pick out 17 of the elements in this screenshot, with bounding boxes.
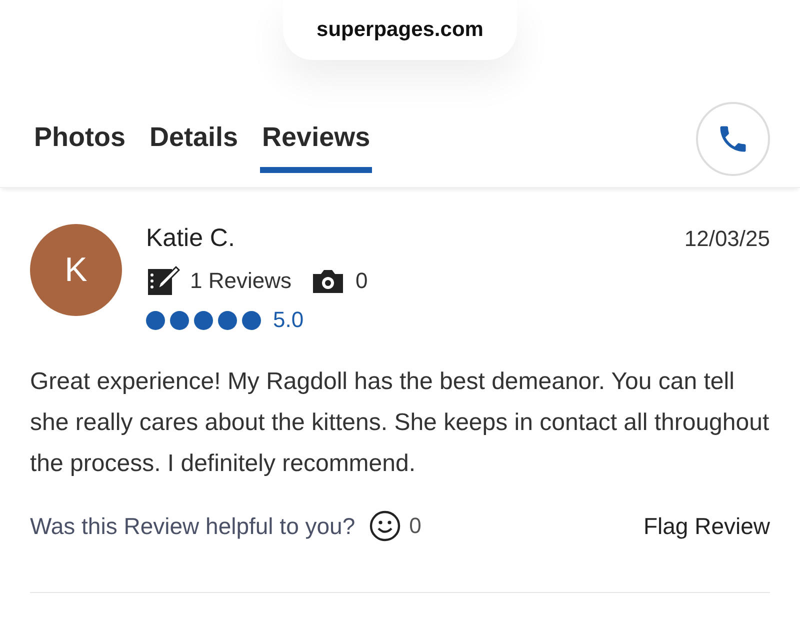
address-bar[interactable]: superpages.com: [282, 0, 518, 60]
tab[interactable]: Details: [148, 95, 240, 173]
camera-icon: [311, 268, 346, 294]
helpful-prompt: Was this Review helpful to you?: [30, 512, 356, 540]
author-name: Katie C.: [146, 224, 235, 253]
avatar: K: [30, 224, 122, 316]
flag-review-link[interactable]: Flag Review: [643, 512, 770, 540]
helpful-count: 0: [409, 513, 422, 539]
notebook-pencil-icon: [146, 265, 180, 297]
reviews-count: 1 Reviews: [190, 268, 292, 294]
rating-value: 5.0: [273, 307, 304, 333]
photos-count: 0: [355, 268, 368, 294]
smiley-icon: [369, 510, 402, 542]
tab[interactable]: Reviews: [260, 95, 372, 173]
review-text: Great experience! My Ragdoll has the best demeanor. You can tell she really cares about the kittens. She keeps in contact all throughout the process. I definitely recommend.: [30, 367, 770, 479]
tab[interactable]: Photos: [32, 95, 128, 173]
review-date: 12/03/25: [684, 226, 770, 252]
